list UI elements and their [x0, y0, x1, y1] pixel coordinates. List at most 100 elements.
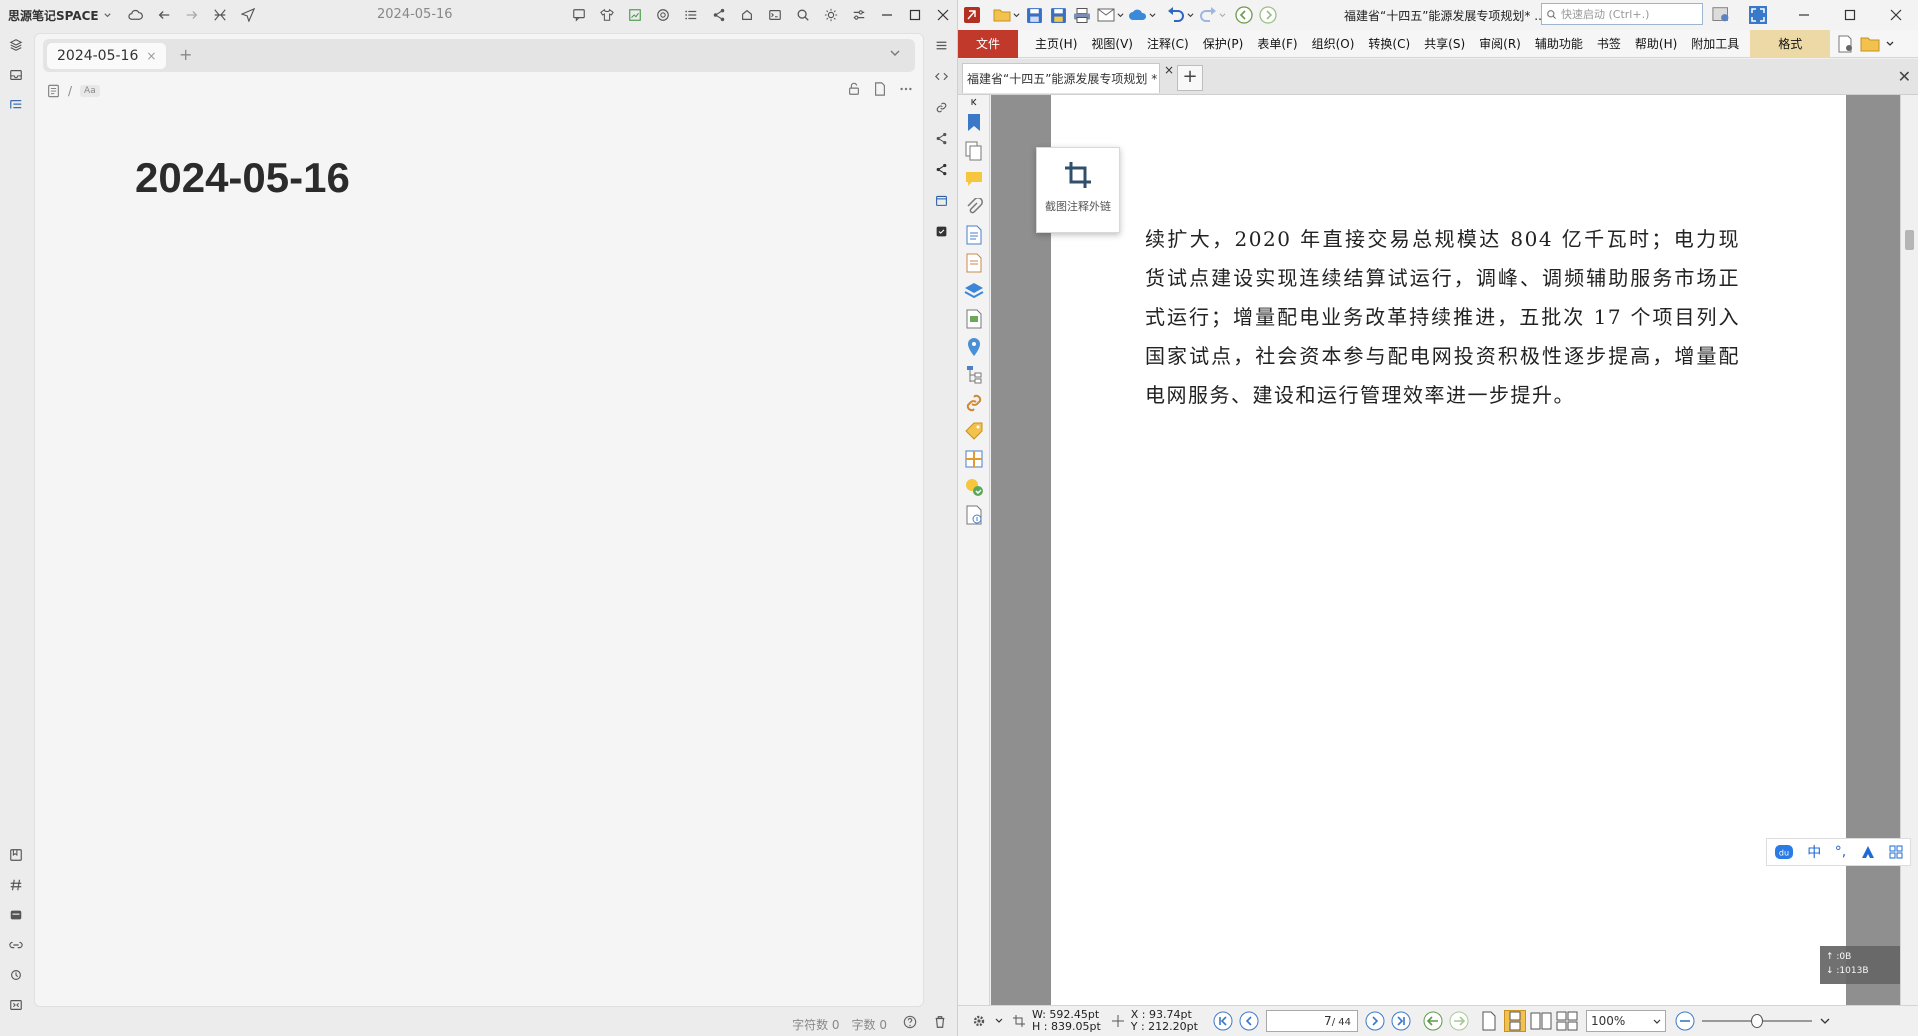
quick-launch-search[interactable]: 快速启动 (Ctrl+.) — [1541, 3, 1703, 25]
facing-pages-icon[interactable] — [1530, 1010, 1552, 1032]
code-icon[interactable] — [928, 61, 954, 92]
inbox-icon[interactable] — [0, 60, 32, 90]
layers-doc-icon[interactable] — [958, 249, 990, 277]
email-icon[interactable] — [1096, 4, 1116, 26]
unlock-icon[interactable] — [847, 82, 861, 96]
ime-punctuation[interactable]: °, — [1835, 844, 1846, 860]
page-title[interactable]: 2024-05-16 — [135, 154, 350, 202]
minimize-icon[interactable] — [873, 2, 901, 28]
cloud-icon[interactable] — [1128, 4, 1148, 26]
page-number-input[interactable]: 7/ 44 — [1265, 1010, 1358, 1032]
location-pin-icon[interactable] — [958, 333, 990, 361]
skin-settings-icon[interactable] — [1712, 4, 1732, 26]
collapse-ribbon-icon[interactable] — [1884, 33, 1896, 55]
minimize-icon[interactable] — [1781, 0, 1827, 30]
print-icon[interactable] — [1072, 4, 1092, 26]
zoom-slider[interactable] — [1701, 1011, 1812, 1031]
close-window-icon[interactable] — [929, 2, 957, 28]
link-icon[interactable] — [928, 92, 954, 123]
document-properties-icon[interactable] — [958, 221, 990, 249]
file-icon[interactable] — [873, 82, 887, 96]
ime-skin-icon[interactable] — [1860, 844, 1876, 860]
baidu-paw-icon[interactable]: du — [1774, 843, 1794, 861]
layers-icon[interactable] — [958, 277, 990, 305]
link-icon[interactable] — [958, 389, 990, 417]
menu-home[interactable]: 主页(H) — [1028, 30, 1084, 58]
sync-cloud-icon[interactable] — [122, 2, 150, 28]
chevron-down-icon[interactable] — [1116, 4, 1124, 26]
add-tab-button[interactable]: + — [179, 45, 192, 64]
single-page-icon[interactable] — [1478, 1010, 1500, 1032]
app-logo-icon[interactable] — [962, 4, 982, 26]
plugin-icon[interactable] — [733, 2, 761, 28]
menu-form[interactable]: 表单(F) — [1250, 30, 1304, 58]
menu-bookmark[interactable]: 书签 — [1590, 30, 1628, 58]
chevron-down-icon[interactable] — [1218, 4, 1226, 26]
menu-accessibility[interactable]: 辅助功能 — [1528, 30, 1590, 58]
chevron-down-icon[interactable] — [1186, 4, 1194, 26]
compare-icon[interactable] — [958, 445, 990, 473]
share-icon[interactable] — [928, 154, 954, 185]
menu-protect[interactable]: 保护(P) — [1196, 30, 1251, 58]
tag-icon[interactable] — [958, 417, 990, 445]
chevron-down-icon[interactable] — [1148, 4, 1156, 26]
fullscreen-icon[interactable] — [1748, 4, 1768, 26]
search-icon[interactable] — [789, 2, 817, 28]
accessibility-check-icon[interactable] — [958, 473, 990, 501]
menu-review[interactable]: 审阅(R) — [1472, 30, 1528, 58]
chevron-down-icon[interactable] — [994, 1010, 1004, 1032]
folder-alert-icon[interactable] — [1860, 33, 1880, 55]
nav-forward-icon[interactable] — [1258, 4, 1278, 26]
menu-format[interactable]: 格式 — [1750, 29, 1831, 58]
list-icon[interactable] — [928, 30, 954, 61]
chevron-down-icon[interactable] — [889, 47, 901, 59]
next-view-icon[interactable] — [1448, 1010, 1470, 1032]
attachment-icon[interactable] — [958, 193, 990, 221]
settings-gear-icon[interactable] — [968, 1010, 990, 1032]
menu-view[interactable]: 视图(V) — [1084, 30, 1140, 58]
comment-icon[interactable] — [958, 165, 990, 193]
chat-icon[interactable] — [565, 2, 593, 28]
breadcrumb-font-item[interactable]: Aa — [80, 85, 100, 97]
list-icon[interactable] — [677, 2, 705, 28]
graph-icon[interactable] — [0, 960, 32, 990]
terminal-icon[interactable] — [761, 2, 789, 28]
back-arrow-icon[interactable] — [150, 2, 178, 28]
menu-comment[interactable]: 注释(C) — [1140, 30, 1196, 58]
help-icon[interactable] — [903, 1015, 917, 1029]
zoom-in-icon[interactable] — [1814, 1010, 1836, 1032]
snapshot-annotation-tool[interactable]: 截图注释外链 — [1036, 147, 1120, 233]
trash-icon[interactable] — [933, 1015, 947, 1029]
previous-page-icon[interactable] — [1238, 1010, 1260, 1032]
menu-help[interactable]: 帮助(H) — [1628, 30, 1684, 58]
first-page-icon[interactable] — [1212, 1010, 1234, 1032]
document-icon[interactable] — [47, 84, 60, 98]
split-view-icon[interactable] — [206, 2, 234, 28]
new-tab-button[interactable]: + — [1177, 65, 1203, 91]
collapse-panel-icon[interactable] — [958, 95, 990, 109]
previous-view-icon[interactable] — [1422, 1010, 1444, 1032]
tag-hash-icon[interactable] — [0, 870, 32, 900]
nav-back-icon[interactable] — [1234, 4, 1254, 26]
zoom-select[interactable]: 100% — [1585, 1010, 1666, 1032]
redo-icon[interactable] — [1198, 4, 1218, 26]
send-icon[interactable] — [234, 2, 262, 28]
vertical-scrollbar[interactable] — [1900, 95, 1918, 1005]
tab-document[interactable]: 福建省“十四五”能源发展专项规划 * — [962, 63, 1160, 93]
checkbox-icon[interactable] — [928, 216, 954, 247]
pdf-page[interactable]: 续扩大，2020 年直接交易总规模达 804 亿千瓦时；电力现货试点建设实现连续… — [1051, 95, 1846, 1005]
continuous-facing-icon[interactable] — [1556, 1010, 1578, 1032]
bookmark-icon[interactable] — [0, 840, 32, 870]
last-page-icon[interactable] — [1390, 1010, 1412, 1032]
undo-icon[interactable] — [1166, 4, 1186, 26]
menu-share[interactable]: 共享(S) — [1417, 30, 1472, 58]
save-icon[interactable] — [1024, 4, 1044, 26]
workspace-menu[interactable]: 思源笔记SPACE — [8, 7, 112, 24]
menu-organize[interactable]: 组织(O) — [1305, 30, 1362, 58]
save-as-icon[interactable] — [1048, 4, 1068, 26]
structure-tree-icon[interactable] — [958, 361, 990, 389]
image-board-icon[interactable] — [621, 2, 649, 28]
backlink-icon[interactable] — [0, 930, 32, 960]
page-thumbnails-icon[interactable] — [958, 137, 990, 165]
scrollbar-thumb[interactable] — [1905, 230, 1914, 250]
